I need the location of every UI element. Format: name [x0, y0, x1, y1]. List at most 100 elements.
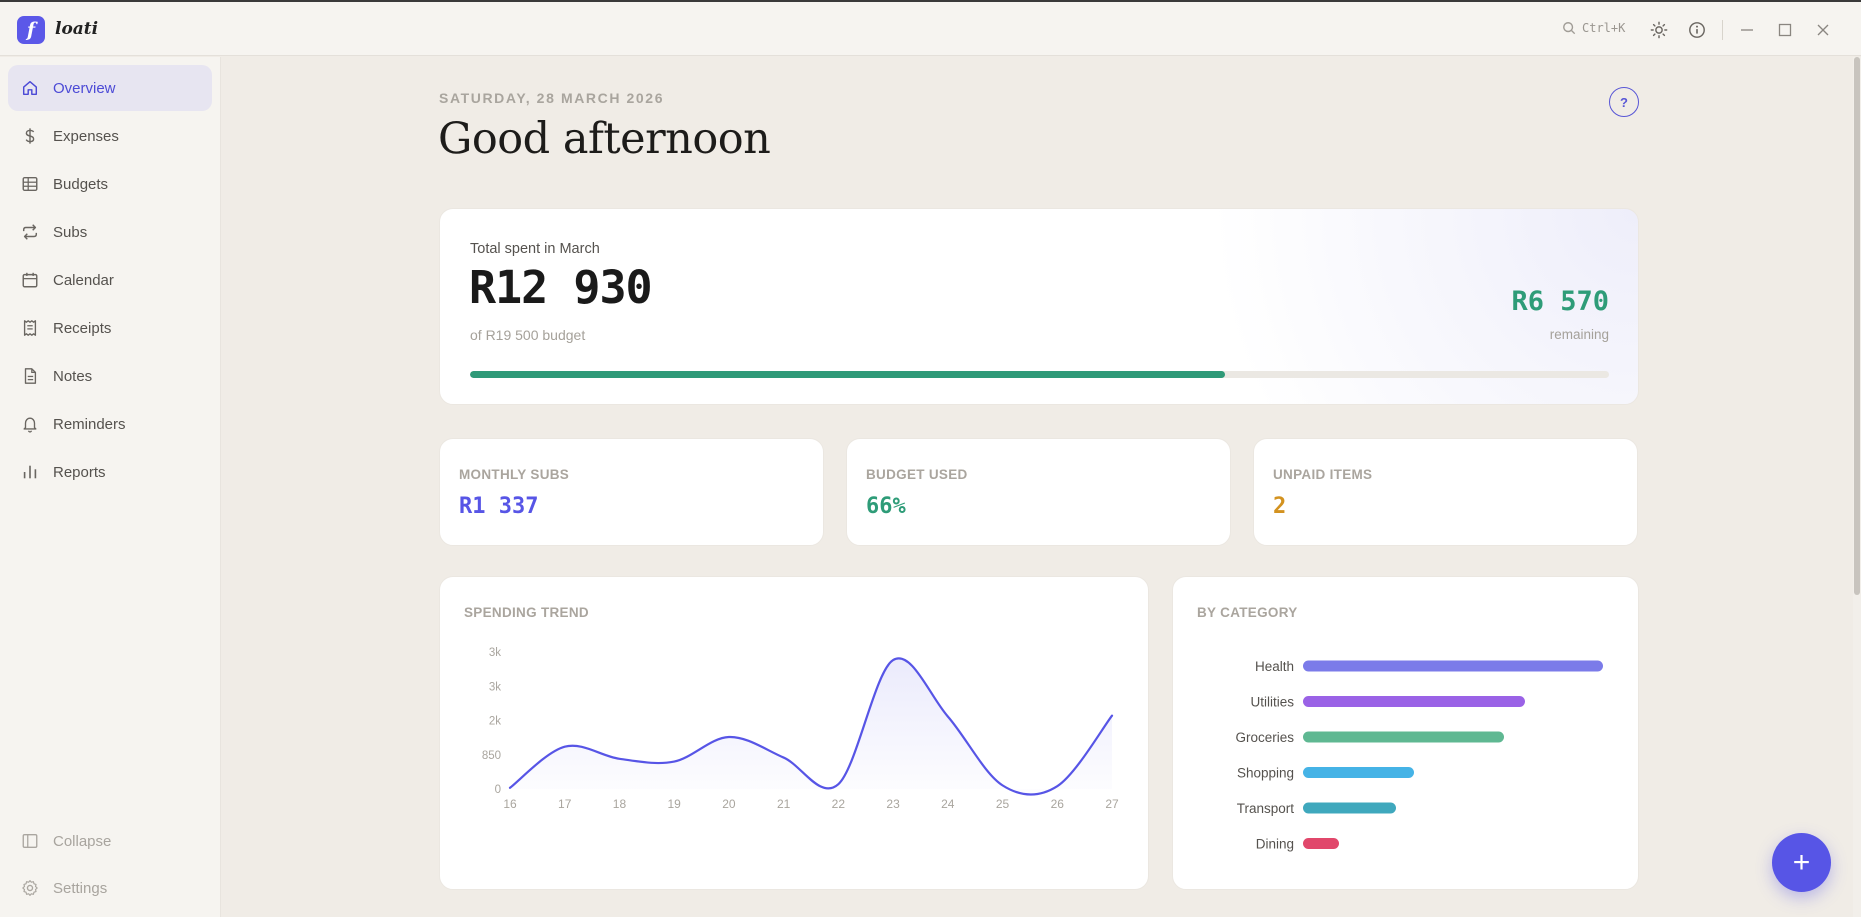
category-bar[interactable]: [1303, 838, 1339, 849]
table-icon: [22, 176, 38, 192]
trend-point[interactable]: [778, 752, 790, 764]
budget-text: of R19 500 budget: [470, 327, 586, 343]
sidebar-item-label: Receipts: [53, 319, 112, 337]
budget-progress-fill: [470, 371, 1226, 378]
x-tick-label: 18: [613, 797, 627, 811]
stat-label: BUDGET USED: [866, 467, 968, 482]
category-bar[interactable]: [1303, 731, 1504, 743]
close-button[interactable]: [1813, 20, 1833, 40]
repeat-icon: [22, 224, 38, 240]
collapse-label: Collapse: [53, 832, 112, 850]
help-button[interactable]: ?: [1609, 87, 1639, 117]
trend-point[interactable]: [504, 782, 516, 794]
remaining-label: remaining: [1549, 327, 1609, 342]
sidebar-item-expenses[interactable]: Expenses: [8, 113, 212, 159]
settings-button[interactable]: Settings: [8, 865, 212, 911]
sidebar-item-label: Reminders: [53, 415, 126, 433]
sidebar-item-budgets[interactable]: Budgets: [8, 161, 212, 207]
category-bar[interactable]: [1303, 802, 1396, 814]
titlebar-divider: [1722, 20, 1723, 40]
scrollbar[interactable]: [1853, 57, 1861, 917]
x-tick-label: 27: [1105, 797, 1119, 811]
minimize-button[interactable]: [1737, 20, 1757, 40]
category-label: Health: [1255, 659, 1294, 674]
receipt-icon: [23, 320, 37, 336]
trend-point[interactable]: [613, 753, 625, 765]
x-tick-label: 16: [503, 797, 517, 811]
spending-trend-chart: 0 850 2k 3k 3k 16 17 18 19 20 21 22 23 24 25 26 27: [482, 647, 1119, 811]
x-tick-label: 24: [941, 797, 955, 811]
settings-label: Settings: [53, 879, 108, 897]
bar-chart-icon: [23, 465, 37, 479]
by-category-card: BY CATEGORY Health Utilities Groceries Shop…: [1172, 576, 1639, 890]
y-tick-label: 850: [482, 750, 501, 762]
total-spent-amount: R12 930: [469, 261, 653, 314]
category-label: Utilities: [1250, 695, 1294, 710]
y-tick-label: 3k: [489, 647, 501, 659]
title-bar: f loati Ctrl+K: [0, 2, 1861, 56]
gear-icon: [22, 880, 38, 896]
trend-point[interactable]: [559, 741, 571, 753]
sidebar-item-label: Budgets: [53, 175, 109, 193]
bell-icon: [23, 417, 37, 433]
home-icon: [22, 80, 38, 96]
sidebar-item-label: Reports: [53, 463, 106, 481]
stat-card-unpaid-items[interactable]: UNPAID ITEMS 2: [1253, 438, 1638, 546]
maximize-button[interactable]: [1775, 20, 1795, 40]
trend-point[interactable]: [668, 756, 680, 768]
summary-label: Total spent in March: [470, 241, 600, 257]
sidebar-item-receipts[interactable]: Receipts: [8, 305, 212, 351]
category-bar[interactable]: [1303, 767, 1414, 778]
scrollbar-thumb[interactable]: [1854, 57, 1860, 595]
search-icon: [1563, 22, 1576, 35]
trend-point[interactable]: [887, 654, 899, 666]
sidebar-item-label: Notes: [53, 367, 93, 385]
trend-point[interactable]: [942, 710, 954, 722]
search-shortcut[interactable]: Ctrl+K: [1562, 21, 1625, 35]
category-label: Shopping: [1237, 766, 1294, 781]
remaining-amount: R6 570: [1511, 286, 1609, 317]
page-title: Good afternoon: [438, 114, 771, 164]
search-shortcut-label: Ctrl+K: [1582, 21, 1626, 35]
stat-value: R1 337: [459, 494, 539, 519]
sidebar-item-label: Overview: [53, 79, 116, 97]
stat-card-monthly-subs[interactable]: MONTHLY SUBS R1 337: [439, 438, 824, 546]
info-button[interactable]: [1687, 20, 1707, 40]
trend-point[interactable]: [832, 778, 844, 790]
dollar-icon: [25, 128, 35, 144]
x-tick-label: 23: [886, 797, 900, 811]
theme-toggle-button[interactable]: [1649, 20, 1669, 40]
trend-point[interactable]: [723, 731, 735, 743]
maximize-icon: [1778, 23, 1792, 37]
trend-point[interactable]: [997, 779, 1009, 791]
stat-label: MONTHLY SUBS: [459, 467, 570, 482]
stat-value: 66%: [866, 494, 906, 519]
sidebar-item-subs[interactable]: Subs: [8, 209, 212, 255]
note-icon: [24, 368, 37, 384]
stat-label: UNPAID ITEMS: [1273, 467, 1373, 482]
category-bar[interactable]: [1303, 696, 1525, 707]
sun-icon: [1650, 21, 1668, 39]
x-tick-label: 19: [668, 797, 682, 811]
monthly-summary-card: Total spent in March R12 930 of R19 500 …: [439, 208, 1639, 405]
sidebar-item-reminders[interactable]: Reminders: [8, 401, 212, 447]
category-label: Dining: [1256, 837, 1294, 852]
trend-point[interactable]: [1051, 780, 1063, 792]
sidebar-item-calendar[interactable]: Calendar: [8, 257, 212, 303]
stat-card-budget-used[interactable]: BUDGET USED 66%: [846, 438, 1231, 546]
info-icon: [1689, 22, 1705, 38]
sidebar-item-notes[interactable]: Notes: [8, 353, 212, 399]
x-tick-label: 20: [722, 797, 736, 811]
category-bar[interactable]: [1303, 660, 1603, 672]
category-bar-chart: Health Utilities Groceries Shopping Transpor…: [1235, 659, 1603, 852]
sidebar-item-reports[interactable]: Reports: [8, 449, 212, 495]
trend-point[interactable]: [1106, 710, 1118, 722]
collapse-button[interactable]: Collapse: [8, 818, 212, 864]
main-content: SATURDAY, 28 MARCH 2026 Good afternoon ?…: [221, 57, 1861, 917]
app-name: loati: [55, 19, 99, 39]
sidebar-item-overview[interactable]: Overview: [8, 65, 212, 111]
y-tick-label: 2k: [489, 716, 501, 728]
sidebar: Overview Expenses Budgets Subs Calendar …: [0, 57, 221, 917]
close-icon: [1817, 24, 1829, 36]
add-expense-button[interactable]: +: [1772, 833, 1831, 892]
